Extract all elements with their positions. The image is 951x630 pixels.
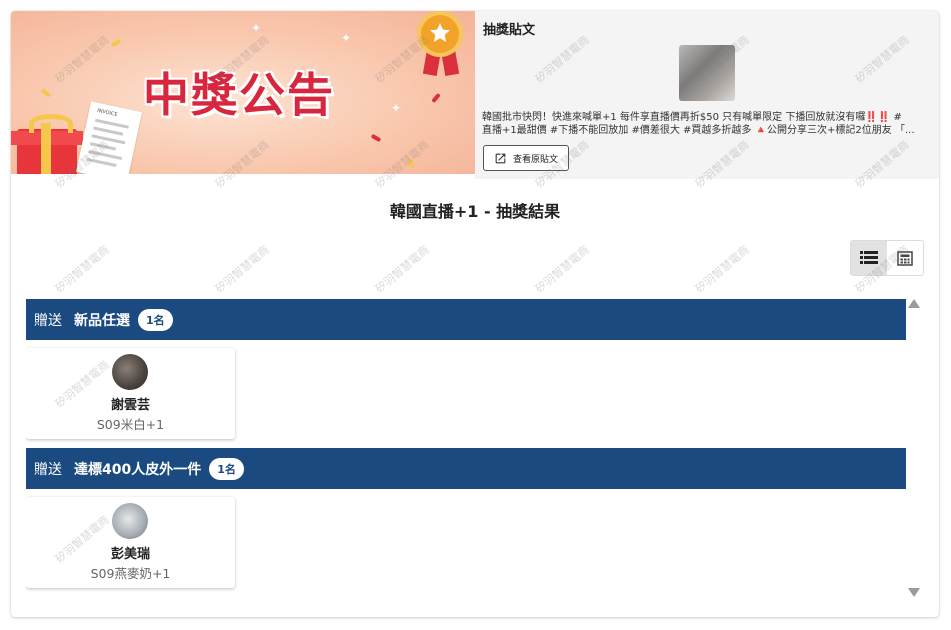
list-scrollbar[interactable] [906,299,922,597]
scroll-up-arrow-icon[interactable] [908,299,920,308]
grid-view-icon [897,251,913,266]
result-title: 韓國直播+1 - 抽獎結果 [389,202,561,221]
user-avatar-icon [112,503,148,539]
post-label: 抽獎貼文 [483,23,536,38]
prize-name: 達標400人皮外一件 [74,461,202,478]
prize-list: 贈送 新品任選 1名 謝雲芸 S09米白+1 贈送 達標400人皮外一件 1名 … [26,299,906,597]
post-thumbnail [679,45,735,101]
watermark: 矽羽智慧電商 [532,243,592,296]
prize-count-badge: 1名 [209,457,244,480]
view-original-post-label: 查看原貼文 [512,154,558,165]
list-view-icon [860,251,878,264]
watermark: 矽羽智慧電商 [372,243,432,296]
winner-item: S09燕麥奶+1 [90,566,171,581]
user-avatar-icon [112,354,148,390]
receipt-icon: INVOICE [76,101,142,174]
prize-count-badge: 1名 [138,308,173,331]
receipt-label: INVOICE [96,107,118,119]
winner-name: 彭美瑞 [110,547,150,562]
winner-name: 謝雲芸 [110,398,150,413]
prize-gift-word: 贈送 [34,312,62,329]
view-toggle-group [850,240,924,276]
watermark: 矽羽智慧電商 [212,243,272,296]
gift-bow [29,114,73,133]
banner-title: 中獎公告 [143,68,335,122]
prize-gift-word: 贈送 [34,461,62,478]
prize-header: 贈送 新品任選 1名 [26,299,906,340]
winner-card: 彭美瑞 S09燕麥奶+1 [26,497,235,588]
prize-name: 新品任選 [74,312,130,329]
post-text-line-1: 韓國批市快閃！快進來喊單+1 每件享直播價再折$50 只有喊單限定 下播回放就沒… [482,112,902,123]
medal-icon [417,11,463,57]
lottery-result-card: ✦ ✦ ✦ INVOICE 中獎公告 抽獎貼文 韓國批市快閃！快進來喊單+1 每… [11,11,939,617]
winner-item: S09米白+1 [96,417,165,432]
post-text-line-2: 直播+1最甜價 #下播不能回放加 #價差很大 #買越多折越多 🔺公開分享三次+標… [482,125,915,136]
watermark: 矽羽智慧電商 [692,243,752,296]
lottery-post-panel: 抽獎貼文 韓國批市快閃！快進來喊單+1 每件享直播價再折$50 只有喊單限定 下… [475,11,939,179]
post-text: 韓國批市快閃！快進來喊單+1 每件享直播價再折$50 只有喊單限定 下播回放就沒… [482,111,934,137]
winner-list: 謝雲芸 S09米白+1 [26,340,906,448]
list-view-button[interactable] [851,241,887,275]
winner-list: 彭美瑞 S09燕麥奶+1 [26,489,906,597]
open-external-icon [495,153,506,163]
prize-header: 贈送 達標400人皮外一件 1名 [26,448,906,489]
view-original-post-button[interactable]: 查看原貼文 [483,145,569,171]
scroll-down-arrow-icon[interactable] [908,588,920,597]
grid-view-button[interactable] [887,241,923,275]
announcement-banner: ✦ ✦ ✦ INVOICE 中獎公告 [11,11,475,174]
watermark: 矽羽智慧電商 [52,243,112,296]
winner-card: 謝雲芸 S09米白+1 [26,348,235,439]
